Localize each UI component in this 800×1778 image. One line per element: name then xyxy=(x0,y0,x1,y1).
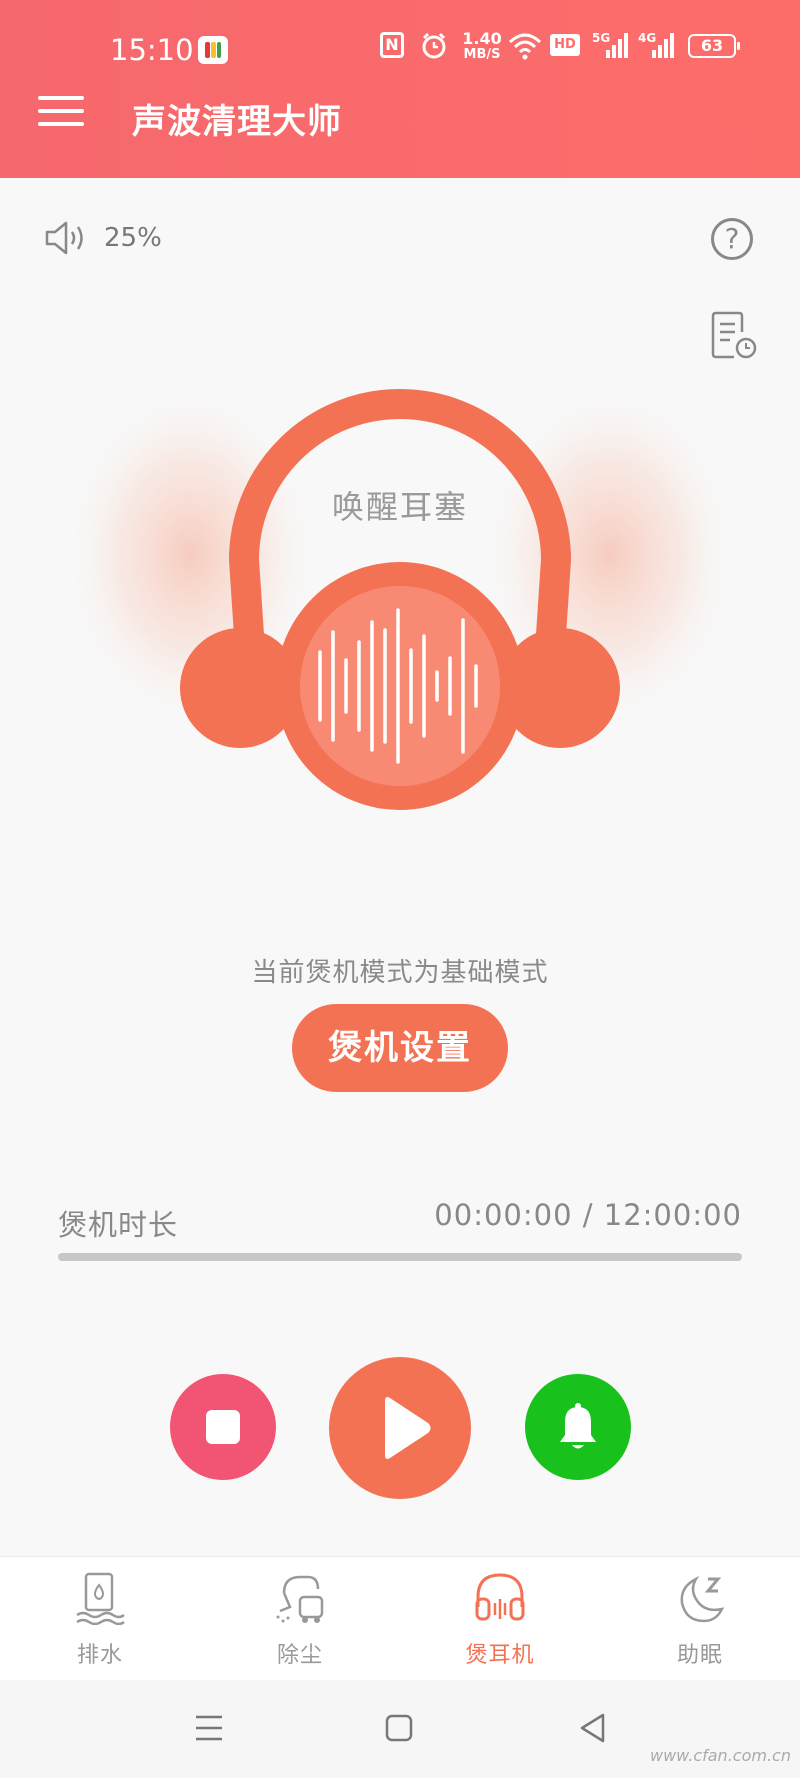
hd-icon: HD xyxy=(550,34,580,56)
status-time: 15:10 xyxy=(110,33,194,67)
mode-title: 唤醒耳塞 xyxy=(331,488,468,526)
history-log-icon xyxy=(711,311,757,359)
recent-apps-icon[interactable] xyxy=(194,1714,224,1742)
watermark: www.cfan.com.cn xyxy=(650,1746,791,1765)
nav-item-drain[interactable]: 排水 xyxy=(0,1557,200,1681)
alarm-button[interactable] xyxy=(525,1374,631,1480)
bell-icon xyxy=(560,1403,596,1449)
stop-button[interactable] xyxy=(170,1374,276,1480)
duration-label: 煲机时长 xyxy=(58,1208,179,1242)
wifi-icon xyxy=(508,33,542,60)
nav-item-sleep[interactable]: 助眠 xyxy=(600,1557,800,1681)
history-button[interactable] xyxy=(710,310,758,364)
play-icon xyxy=(385,1397,431,1459)
svg-text:5G: 5G xyxy=(592,31,610,45)
alarm-clock-icon xyxy=(422,32,446,59)
volume-indicator[interactable]: 25% xyxy=(44,218,162,258)
signal-4g-icon: 4G xyxy=(638,31,674,58)
burn-in-settings-button[interactable]: 煲机设置 xyxy=(292,1004,508,1092)
play-button[interactable] xyxy=(329,1357,471,1499)
status-bar: 15:10 N 1.40 MB/S HD 5G 4G 63 xyxy=(0,0,800,100)
app-title: 声波清理大师 xyxy=(132,102,342,142)
bottom-navigation: 排水 除尘 煲耳机 助眠 xyxy=(0,1556,800,1681)
nfc-icon: N xyxy=(380,32,404,58)
vacuum-icon xyxy=(276,1575,324,1623)
nav-label-sleep: 助眠 xyxy=(676,1643,723,1668)
notification-app-icon xyxy=(198,36,228,64)
signal-5g-icon: 5G xyxy=(592,31,628,58)
nav-label-dust: 除尘 xyxy=(276,1643,323,1668)
duration-progress-bar[interactable] xyxy=(58,1253,742,1261)
nav-label-headphone: 煲耳机 xyxy=(465,1643,535,1668)
drain-icon xyxy=(76,1572,125,1625)
help-button[interactable]: ? xyxy=(711,218,753,260)
home-icon[interactable] xyxy=(385,1713,413,1743)
headphone-icon xyxy=(475,1573,525,1621)
menu-button[interactable] xyxy=(38,96,84,130)
net-speed: 1.40 MB/S xyxy=(462,29,502,62)
app-header: 15:10 N 1.40 MB/S HD 5G 4G 63 声波清理大师 xyxy=(0,0,800,178)
back-icon[interactable] xyxy=(578,1712,608,1744)
nav-item-headphone[interactable]: 煲耳机 xyxy=(400,1557,600,1681)
svg-text:4G: 4G xyxy=(638,31,656,45)
nav-label-drain: 排水 xyxy=(76,1643,123,1668)
stop-icon xyxy=(206,1410,240,1444)
battery-indicator: 63 xyxy=(688,34,740,58)
moon-icon xyxy=(680,1575,725,1623)
speaker-icon xyxy=(45,221,83,255)
duration-time: 00:00:00 / 12:00:00 xyxy=(434,1198,742,1232)
current-mode-text: 当前煲机模式为基础模式 xyxy=(251,958,549,988)
headphone-illustration xyxy=(70,389,730,810)
nav-item-dust[interactable]: 除尘 xyxy=(200,1557,400,1681)
volume-level: 25% xyxy=(104,223,162,253)
sound-disc-inner xyxy=(300,586,500,786)
